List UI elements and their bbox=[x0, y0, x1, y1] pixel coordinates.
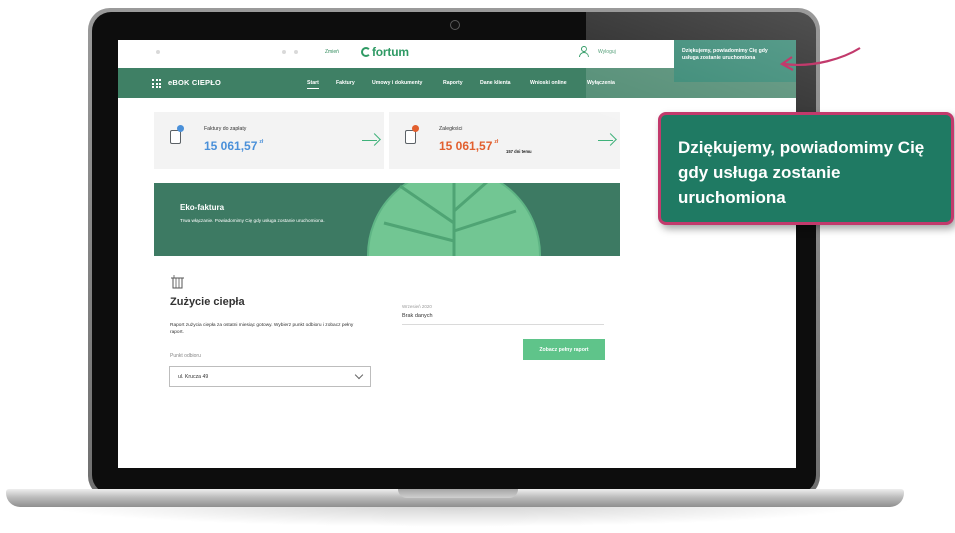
card-invoices-due[interactable]: Faktury do zapłaty 15 061,57 zł bbox=[154, 112, 384, 169]
banner-title: Eko-faktura bbox=[180, 203, 225, 212]
callout-notification: Dziękujemy, powiadomimy Cię gdy usługa z… bbox=[658, 112, 954, 225]
point-label: Punkt odbioru bbox=[170, 353, 201, 359]
badge-icon bbox=[412, 125, 419, 132]
laptop-shadow bbox=[40, 505, 870, 527]
badge-icon bbox=[177, 125, 184, 132]
nav-item-start[interactable]: Start bbox=[307, 80, 319, 89]
nav-item-wylaczenia[interactable]: Wyłączenia bbox=[587, 80, 615, 86]
user-icon[interactable] bbox=[579, 46, 589, 58]
arrow-right-icon[interactable] bbox=[362, 133, 381, 146]
nav-item-umowy[interactable]: Umowy i dokumenty bbox=[372, 80, 422, 86]
browser-screen: Zmień fortum Wyloguj eBOK CIEPŁO Start F… bbox=[118, 40, 796, 468]
period-label: Wrzesień 2020 bbox=[402, 304, 432, 309]
card-amount: 15 061,57 zł bbox=[439, 139, 498, 153]
full-report-button[interactable]: Zobacz pełny raport bbox=[523, 339, 605, 360]
invoice-icon bbox=[405, 125, 419, 144]
nav-item-wnioski[interactable]: Wnioski online bbox=[530, 80, 567, 86]
logo-text: fortum bbox=[372, 45, 409, 59]
fortum-logo-icon bbox=[361, 47, 371, 57]
dot-icon bbox=[294, 50, 298, 54]
currency: zł bbox=[494, 139, 499, 145]
pointer-arrow-icon bbox=[779, 47, 861, 71]
banner-text: Trwa włączanie. Powiadomimy Cię gdy usłu… bbox=[180, 218, 325, 223]
period-value: Brak danych bbox=[402, 313, 433, 319]
promo-stage: Zmień fortum Wyloguj eBOK CIEPŁO Start F… bbox=[0, 0, 955, 533]
nav-item-raporty[interactable]: Raporty bbox=[443, 80, 463, 86]
currency: zł bbox=[259, 139, 264, 145]
notification-text: Dziękujemy, powiadomimy Cię gdy usługa z… bbox=[682, 48, 768, 61]
eko-faktura-banner: Eko-faktura Trwa włączanie. Powiadomimy … bbox=[154, 183, 620, 256]
dot-icon bbox=[156, 50, 160, 54]
camera-icon bbox=[450, 20, 460, 30]
card-label: Faktury do zapłaty bbox=[204, 126, 247, 132]
card-amount: 15 061,57 zł bbox=[204, 139, 263, 153]
card-label: Zaległości bbox=[439, 126, 463, 132]
laptop-notch bbox=[398, 489, 518, 498]
point-value: ul. Krucza 49 bbox=[178, 374, 209, 380]
chevron-down-icon bbox=[354, 370, 364, 380]
radiator-icon bbox=[171, 275, 184, 289]
arrow-right-icon[interactable] bbox=[598, 133, 617, 146]
fortum-logo[interactable]: fortum bbox=[361, 45, 409, 59]
divider bbox=[402, 324, 604, 325]
callout-text: Dziękujemy, powiadomimy Cię gdy usługa z… bbox=[678, 138, 925, 207]
consumption-description: Raport zużycia ciepła za ostatni miesiąc… bbox=[170, 323, 354, 335]
card-arrears[interactable]: Zaległości 15 061,57 zł 157 dni temu bbox=[389, 112, 620, 169]
nav-brand[interactable]: eBOK CIEPŁO bbox=[168, 78, 221, 87]
change-link[interactable]: Zmień bbox=[325, 49, 339, 55]
point-select[interactable]: ul. Krucza 49 bbox=[169, 366, 371, 387]
nav-item-dane-klienta[interactable]: Dane klienta bbox=[480, 80, 511, 86]
days-overdue: 157 dni temu bbox=[506, 149, 532, 154]
logout-link[interactable]: Wyloguj bbox=[598, 49, 616, 55]
consumption-title: Zużycie ciepła bbox=[170, 296, 245, 308]
dot-icon bbox=[282, 50, 286, 54]
nav-item-faktury[interactable]: Faktury bbox=[336, 80, 355, 86]
amount-value: 15 061,57 bbox=[439, 139, 493, 153]
apps-grid-icon[interactable] bbox=[152, 79, 161, 88]
amount-value: 15 061,57 bbox=[204, 139, 258, 153]
invoice-icon bbox=[170, 125, 184, 144]
